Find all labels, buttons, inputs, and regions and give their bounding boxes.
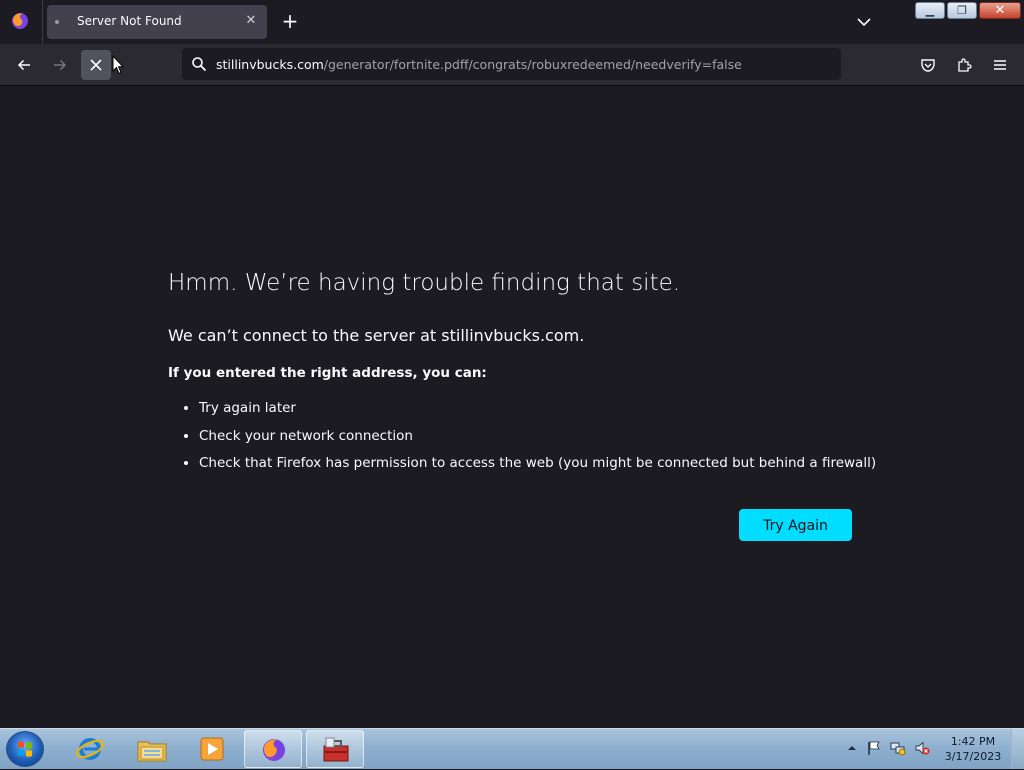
taskbar-firefox[interactable] <box>244 730 302 768</box>
windows-taskbar: 1:42 PM 3/17/2023 <box>0 728 1024 769</box>
tab-separator <box>42 0 43 44</box>
minimize-icon: ▁ <box>925 4 935 17</box>
clock-date: 3/17/2023 <box>944 750 1002 763</box>
list-item: Try again later <box>199 398 876 426</box>
url-path: /generator/fortnite.pdff/congrats/robuxr… <box>323 57 742 72</box>
tab-title: Server Not Found <box>77 14 182 28</box>
close-window-button[interactable]: ✕ <box>979 2 1021 19</box>
tab-server-not-found[interactable]: Server Not Found ✕ <box>47 5 267 39</box>
toolbox-icon <box>323 737 349 762</box>
error-suggestions-list: Try again later Check your network conne… <box>168 398 876 481</box>
window-controls: ▁ ❐ ✕ <box>915 2 1021 20</box>
windows-logo-icon <box>18 741 32 757</box>
firefox-icon <box>263 739 285 761</box>
menu-icon <box>994 60 1006 70</box>
show-hidden-icons-button[interactable] <box>844 740 860 756</box>
restore-icon: ❐ <box>957 4 967 17</box>
try-again-button[interactable]: Try Again <box>739 509 852 541</box>
start-button[interactable] <box>6 731 44 767</box>
tab-list-icon[interactable] <box>854 12 874 32</box>
extensions-icon <box>958 58 972 72</box>
tab-strip: Server Not Found ✕ + ▁ ❐ ✕ <box>0 0 1024 44</box>
action-center-button[interactable] <box>866 740 882 756</box>
url-bar[interactable]: stillinvbucks.com/generator/fortnite.pdf… <box>182 48 841 80</box>
restore-button[interactable]: ❐ <box>947 2 977 19</box>
mouse-cursor-icon <box>112 55 124 75</box>
list-item: Check your network connection <box>199 426 876 454</box>
file-explorer-icon <box>137 741 167 762</box>
error-title: Hmm. We’re having trouble finding that s… <box>168 270 681 296</box>
show-desktop-button[interactable] <box>1011 729 1024 769</box>
nav-toolbar: stillinvbucks.com/generator/fortnite.pdf… <box>0 44 1024 86</box>
extensions-button[interactable] <box>949 50 979 80</box>
tab-loading-dot <box>55 20 59 24</box>
network-button[interactable] <box>890 740 906 756</box>
chevron-up-icon <box>848 746 856 750</box>
network-icon <box>890 742 906 756</box>
volume-muted-icon <box>915 741 930 755</box>
taskbar-toolbox[interactable] <box>306 730 364 768</box>
back-button[interactable] <box>9 50 39 80</box>
clock-time: 1:42 PM <box>950 735 996 748</box>
search-icon <box>192 57 207 72</box>
media-player-icon <box>200 737 224 761</box>
forward-icon <box>54 59 67 71</box>
taskbar-media-player[interactable] <box>183 730 241 768</box>
url-text[interactable]: stillinvbucks.com/generator/fortnite.pdf… <box>216 57 742 72</box>
firefox-icon[interactable] <box>10 11 30 31</box>
flag-icon <box>868 741 880 755</box>
error-suggestions-heading: If you entered the right address, you ca… <box>168 365 487 381</box>
url-host: stillinvbucks.com <box>216 57 324 72</box>
taskbar-clock[interactable]: 1:42 PM 3/17/2023 <box>940 734 1006 764</box>
stop-icon <box>90 59 102 71</box>
stop-button[interactable] <box>81 50 111 80</box>
forward-button[interactable] <box>45 50 75 80</box>
list-item: Check that Firefox has permission to acc… <box>199 453 876 481</box>
error-description: We can’t connect to the server at stilli… <box>168 326 585 345</box>
close-icon: ✕ <box>994 3 1006 18</box>
new-tab-icon[interactable]: + <box>279 10 301 32</box>
back-icon <box>17 59 30 71</box>
pocket-icon <box>921 59 935 72</box>
volume-button[interactable] <box>914 740 930 756</box>
tab-close-icon[interactable]: ✕ <box>243 13 259 29</box>
pocket-button[interactable] <box>913 50 943 80</box>
menu-button[interactable] <box>985 50 1015 80</box>
taskbar-file-explorer[interactable] <box>122 730 180 768</box>
minimize-button[interactable]: ▁ <box>915 2 945 19</box>
internet-explorer-icon <box>76 738 104 760</box>
taskbar-internet-explorer[interactable] <box>61 730 119 768</box>
